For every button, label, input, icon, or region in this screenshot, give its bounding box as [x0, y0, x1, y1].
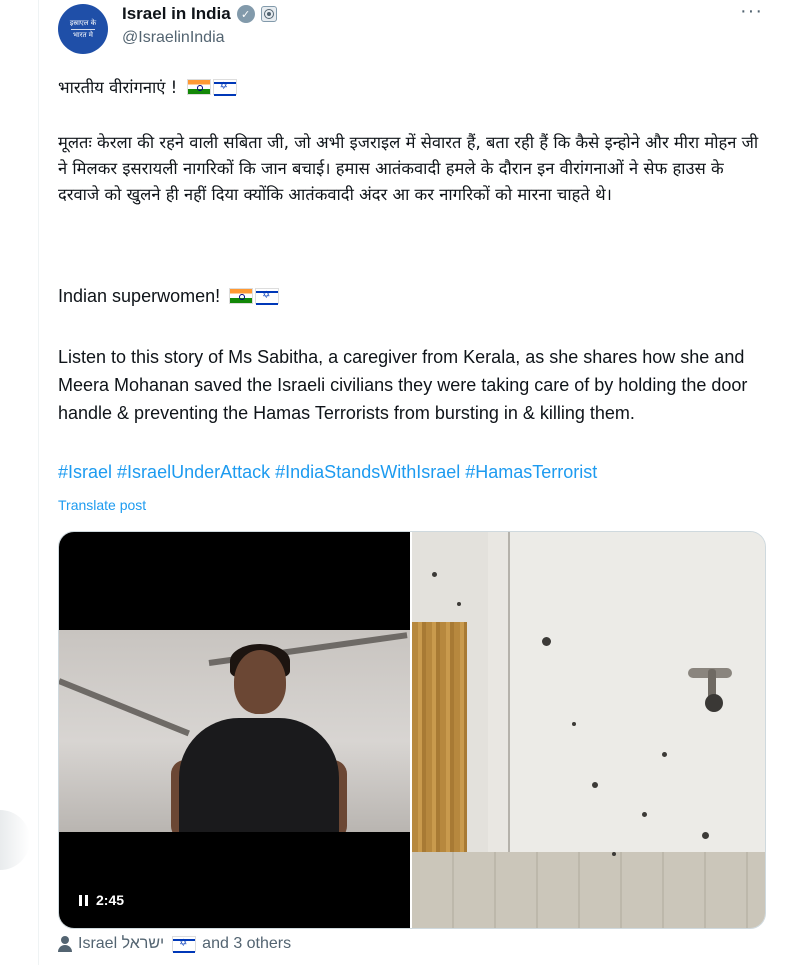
- photo-door-lock: [705, 694, 723, 712]
- photo-floor: [412, 852, 765, 928]
- hashtag-link[interactable]: #IndiaStandsWithIsrael: [275, 462, 460, 482]
- english-heading: Indian superwomen!: [58, 284, 768, 309]
- photo-mark: [642, 812, 647, 817]
- door-photo[interactable]: [412, 532, 765, 928]
- avatar[interactable]: इस्राएल के भारत मे: [58, 4, 108, 54]
- israel-flag-icon: [212, 79, 237, 96]
- translate-post-link[interactable]: Translate post: [58, 497, 146, 513]
- israel-flag-icon: [172, 936, 197, 953]
- timeline-divider: [38, 0, 39, 965]
- person-head: [234, 650, 286, 714]
- hashtag-link[interactable]: #IsraelUnderAttack: [117, 462, 270, 482]
- photo-mark: [572, 722, 576, 726]
- india-flag-icon: [186, 79, 211, 95]
- video-duration: 2:45: [96, 892, 125, 908]
- india-flag-icon: [229, 288, 254, 304]
- more-options-icon[interactable]: ···: [740, 0, 763, 23]
- avatar-text-top: इस्राएल के: [69, 18, 97, 27]
- author-handle[interactable]: @IsraelinIndia: [122, 29, 225, 47]
- video-timer[interactable]: 2:45: [79, 892, 124, 908]
- affiliation-badge-icon[interactable]: [260, 6, 277, 22]
- person-body: [179, 718, 339, 832]
- tagged-others: and 3 others: [202, 935, 292, 952]
- video-frame: [59, 630, 410, 832]
- video-player[interactable]: 2:45: [59, 532, 410, 928]
- tagged-account: Israel ישראל: [78, 935, 165, 952]
- verified-badge-icon[interactable]: ✓: [236, 5, 255, 23]
- hindi-heading-text: भारतीय वीरांगनाएं !: [58, 78, 178, 97]
- hashtag-row: #Israel #IsraelUnderAttack #IndiaStandsW…: [58, 460, 768, 485]
- pause-icon[interactable]: [79, 894, 88, 906]
- media-grid: 2:45: [58, 531, 766, 929]
- hindi-heading: भारतीय वीरांगनाएं !: [58, 75, 768, 100]
- photo-mark: [662, 752, 667, 757]
- photo-mark: [612, 852, 616, 856]
- author-name-row: Israel in India ✓: [122, 4, 277, 24]
- israel-flag-icon: [255, 288, 280, 305]
- avatar-divider: [71, 28, 95, 30]
- photo-mark: [702, 832, 709, 839]
- ceiling-beam: [59, 678, 190, 737]
- photo-door-frame: [488, 532, 510, 892]
- photo-mark: [542, 637, 551, 646]
- side-shadow: [0, 810, 30, 870]
- author-display-name[interactable]: Israel in India: [122, 4, 231, 24]
- photo-mark: [432, 572, 437, 577]
- hashtag-link[interactable]: #HamasTerrorist: [465, 462, 597, 482]
- avatar-text-bottom: भारत मे: [73, 30, 93, 39]
- english-heading-text: Indian superwomen!: [58, 286, 221, 306]
- tagged-people-row[interactable]: Israel ישראל and 3 others: [58, 935, 291, 953]
- hindi-body: मूलतः केरला की रहने वाली सबिता जी, जो अभ…: [58, 133, 759, 204]
- photo-mark: [457, 602, 461, 606]
- english-body: Listen to this story of Ms Sabitha, a ca…: [58, 347, 748, 423]
- photo-mark: [592, 782, 598, 788]
- hashtag-link[interactable]: #Israel: [58, 462, 112, 482]
- photo-door: [510, 532, 765, 892]
- person-icon: [58, 936, 72, 952]
